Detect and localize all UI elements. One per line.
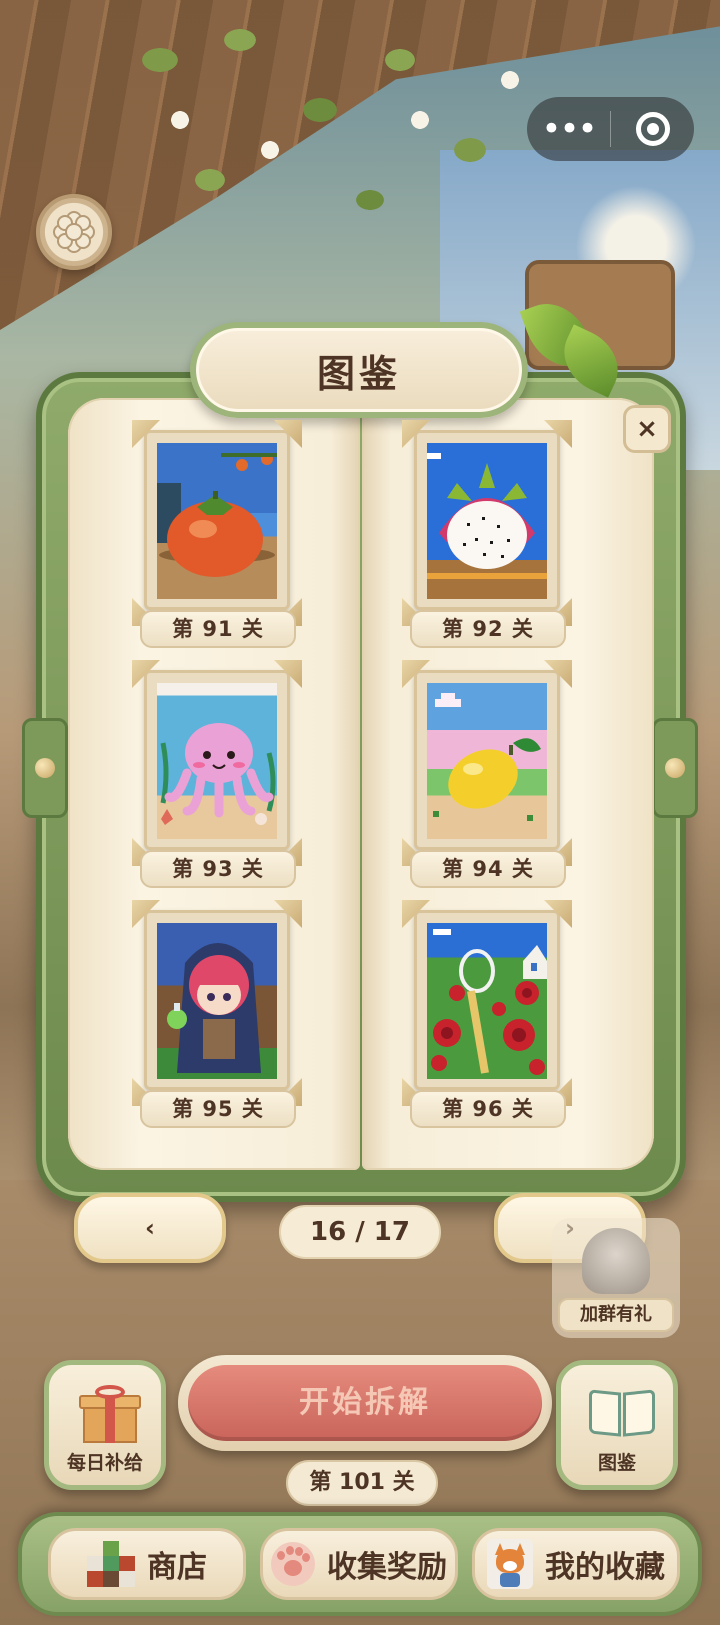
level-thumbnail [144, 670, 290, 850]
level-thumbnail [144, 430, 290, 610]
join-group-gift-button[interactable]: 加群有礼 [552, 1218, 680, 1338]
level-label: 第 96 关 [410, 1090, 566, 1128]
level-card-93[interactable]: 第 93 关 [132, 660, 302, 900]
blocks-icon [87, 1541, 135, 1587]
paw-icon [271, 1542, 315, 1586]
level-thumbnail [414, 670, 560, 850]
codex-label: 图鉴 [597, 1452, 636, 1474]
close-button[interactable]: × [623, 405, 671, 453]
tab-collect-rewards-label: 收集奖励 [327, 1550, 447, 1585]
more-icon[interactable]: ••• [527, 97, 610, 161]
level-thumbnail [414, 910, 560, 1090]
daily-supply-label: 每日补给 [66, 1452, 143, 1474]
book-icon [589, 1387, 655, 1439]
tab-shop[interactable]: 商店 [48, 1528, 246, 1600]
book-clasp-left [22, 718, 68, 818]
miniprogram-capsule: ••• [527, 97, 694, 161]
tab-shop-label: 商店 [147, 1550, 207, 1585]
prev-page-button[interactable]: ‹ [74, 1193, 226, 1263]
level-label: 第 91 关 [140, 610, 296, 648]
book-clasp-right [652, 718, 698, 818]
join-group-gift-label: 加群有礼 [558, 1298, 674, 1332]
level-card-96[interactable]: 第 96 关 [402, 900, 572, 1140]
level-label: 第 92 关 [410, 610, 566, 648]
vine-decoration [120, 0, 540, 270]
start-button-frame: 开始拆解 [178, 1355, 552, 1451]
codex-title: 图鉴 [316, 351, 401, 396]
cat-mascot-icon [582, 1228, 650, 1294]
level-label: 第 95 关 [140, 1090, 296, 1128]
start-disassemble-button[interactable]: 开始拆解 [188, 1365, 542, 1441]
page-indicator: 16 / 17 [279, 1205, 441, 1259]
tab-my-collection[interactable]: 我的收藏 [472, 1528, 680, 1600]
tab-collect-rewards[interactable]: 收集奖励 [260, 1528, 458, 1600]
level-label: 第 94 关 [410, 850, 566, 888]
settings-button[interactable] [36, 194, 112, 270]
tab-my-collection-label: 我的收藏 [545, 1550, 665, 1585]
gift-icon [79, 1385, 141, 1443]
level-card-95[interactable]: 第 95 关 [132, 900, 302, 1140]
level-thumbnail [414, 430, 560, 610]
fox-icon [487, 1539, 533, 1589]
current-level-badge: 第 101 关 [286, 1460, 438, 1506]
level-thumbnail [144, 910, 290, 1090]
gear-icon [53, 211, 95, 253]
daily-supply-button[interactable]: 每日补给 [44, 1360, 166, 1490]
level-label: 第 93 关 [140, 850, 296, 888]
close-miniprogram-icon[interactable] [611, 112, 694, 146]
codex-button[interactable]: 图鉴 [556, 1360, 678, 1490]
level-card-91[interactable]: 第 91 关 [132, 420, 302, 660]
level-card-94[interactable]: 第 94 关 [402, 660, 572, 900]
level-card-92[interactable]: 第 92 关 [402, 420, 572, 660]
codex-title-plaque: 图鉴 [190, 322, 528, 418]
